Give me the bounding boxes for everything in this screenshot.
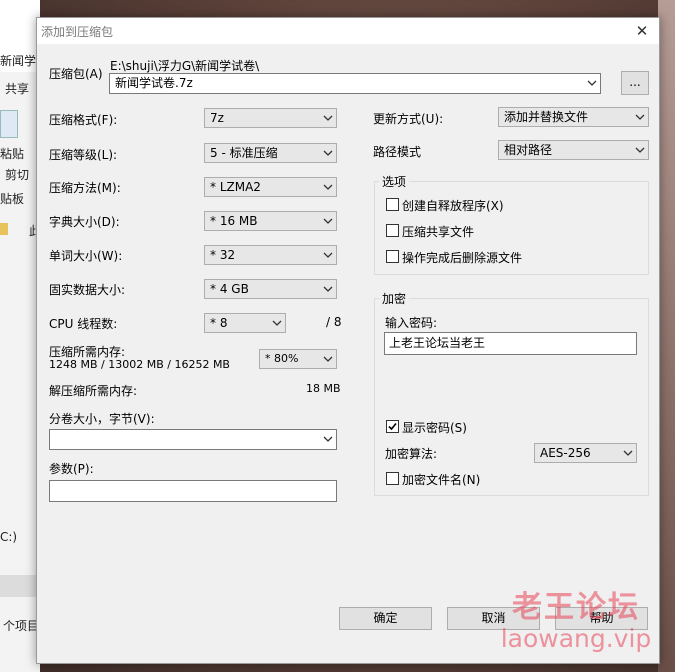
shared-files-label[interactable]: 压缩共享文件	[402, 223, 474, 240]
close-button[interactable]: ✕	[625, 18, 659, 44]
cpu-label: CPU 线程数:	[49, 317, 118, 331]
path-mode-value: 相对路径	[504, 143, 553, 157]
chevron-down-icon	[272, 320, 282, 326]
cpu-threads-select[interactable]: * 8	[204, 313, 286, 333]
method-select[interactable]: * LZMA2	[204, 177, 337, 197]
encryption-method-select[interactable]: AES-256	[534, 443, 637, 463]
cpu-total: / 8	[326, 315, 342, 329]
solid-value: * 4 GB	[210, 282, 249, 296]
chevron-down-icon	[635, 147, 645, 153]
chevron-down-icon	[323, 115, 333, 121]
cpu-threads-value: * 8	[210, 316, 228, 330]
memory-percent-select[interactable]: * 80%	[259, 349, 337, 369]
paste-label[interactable]: 粘贴	[0, 145, 24, 162]
level-value: 5 - 标准压缩	[210, 146, 278, 160]
options-title: 选项	[379, 173, 410, 190]
close-icon: ✕	[635, 22, 649, 40]
chevron-down-icon	[323, 436, 333, 442]
chevron-down-icon	[323, 252, 333, 258]
show-password-checkbox[interactable]	[386, 420, 399, 433]
chevron-down-icon	[323, 184, 333, 190]
password-input[interactable]: 上老王论坛当老王	[384, 332, 637, 355]
clipboard-label: 贴板	[0, 192, 25, 206]
params-input[interactable]	[49, 480, 337, 502]
update-mode-select[interactable]: 添加并替换文件	[498, 107, 649, 127]
site-watermark: 老王论坛 laowang.vip	[486, 582, 666, 653]
sfx-label[interactable]: 创建自释放程序(X)	[402, 197, 504, 214]
folder-icon	[0, 223, 8, 235]
memory-percent-value: * 80%	[265, 352, 299, 365]
word-value: * 32	[210, 248, 236, 262]
path-mode-label: 路径模式	[373, 145, 422, 159]
dialog-title: 添加到压缩包	[41, 25, 114, 39]
password-label: 输入密码:	[385, 316, 438, 330]
background-photo-edge	[658, 0, 675, 672]
level-label: 压缩等级(L):	[49, 148, 118, 162]
watermark-cn: 老王论坛	[512, 590, 640, 625]
ok-button[interactable]: 确定	[339, 607, 432, 630]
drive-label[interactable]: C:)	[0, 530, 17, 544]
archive-path: E:\shuji\浮力G\新闻学试卷\	[110, 59, 260, 73]
paste-icon[interactable]	[0, 110, 18, 138]
volume-label: 分卷大小，字节(V):	[49, 412, 155, 426]
solid-label: 固实数据大小:	[49, 283, 126, 297]
explorer-left-strip	[0, 0, 40, 672]
word-label: 单词大小(W):	[49, 249, 123, 263]
format-label: 压缩格式(F):	[49, 113, 118, 127]
volume-size-input[interactable]	[49, 429, 337, 450]
update-mode-label: 更新方式(U):	[373, 112, 444, 126]
update-mode-value: 添加并替换文件	[504, 110, 589, 124]
chevron-down-icon	[623, 450, 633, 456]
chevron-down-icon	[587, 80, 597, 86]
encryption-title: 加密	[379, 290, 410, 307]
memory-detail: 1248 MB / 13002 MB / 16252 MB	[49, 358, 230, 371]
chevron-down-icon	[323, 218, 333, 224]
delete-after-checkbox[interactable]	[386, 250, 399, 263]
checkmark-icon	[388, 422, 397, 431]
show-password-label[interactable]: 显示密码(S)	[402, 419, 467, 436]
archive-label: 压缩包(A)	[49, 67, 103, 81]
encrypt-names-label[interactable]: 加密文件名(N)	[402, 471, 480, 488]
encrypt-names-checkbox[interactable]	[386, 472, 399, 485]
explorer-share-tab[interactable]: 共享	[5, 80, 29, 97]
archive-name-value: 新闻学试卷.7z	[115, 76, 193, 90]
watermark-en: laowang.vip	[500, 624, 652, 653]
format-value: 7z	[210, 111, 224, 125]
method-value: * LZMA2	[210, 180, 261, 194]
decompress-memory-value: 18 MB	[306, 382, 341, 395]
method-label: 压缩方法(M):	[49, 181, 121, 195]
dict-value: * 16 MB	[210, 214, 258, 228]
encryption-method-label: 加密算法:	[385, 447, 438, 461]
add-to-archive-dialog: 添加到压缩包 ✕ 压缩包(A) E:\shuji\浮力G\新闻学试卷\ 新闻学试…	[36, 17, 660, 664]
chevron-down-icon	[323, 356, 333, 362]
dict-select[interactable]: * 16 MB	[204, 211, 337, 231]
format-select[interactable]: 7z	[204, 108, 337, 128]
decompress-memory-label: 解压缩所需内存:	[49, 384, 138, 398]
solid-select[interactable]: * 4 GB	[204, 279, 337, 299]
chevron-down-icon	[635, 114, 645, 120]
sfx-checkbox[interactable]	[386, 198, 399, 211]
level-select[interactable]: 5 - 标准压缩	[204, 143, 337, 163]
dialog-titlebar: 添加到压缩包 ✕	[37, 18, 659, 44]
shared-files-checkbox[interactable]	[386, 224, 399, 237]
word-select[interactable]: * 32	[204, 245, 337, 265]
delete-after-label[interactable]: 操作完成后删除源文件	[402, 249, 522, 266]
dict-label: 字典大小(D):	[49, 215, 120, 229]
path-mode-select[interactable]: 相对路径	[498, 140, 649, 160]
archive-name-input[interactable]: 新闻学试卷.7z	[109, 73, 601, 94]
explorer-selected-row	[0, 575, 40, 597]
chevron-down-icon	[323, 150, 333, 156]
encryption-method-value: AES-256	[540, 446, 591, 460]
item-count: 个项目	[3, 619, 40, 633]
chevron-down-icon	[323, 286, 333, 292]
browse-button[interactable]: ...	[621, 71, 649, 95]
cut-label[interactable]: 剪切	[5, 166, 29, 183]
params-label: 参数(P):	[49, 462, 94, 476]
